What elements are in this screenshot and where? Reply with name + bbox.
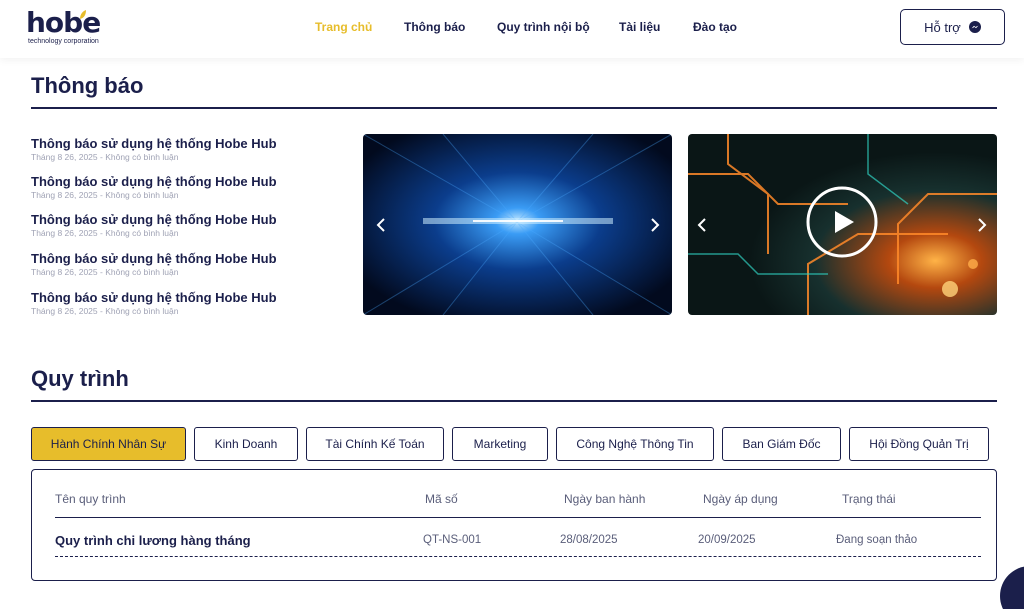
chevron-left-icon [376, 218, 385, 232]
process-section-title: Quy trình [31, 366, 129, 391]
tab-marketing[interactable]: Marketing [452, 427, 548, 461]
image-slider[interactable] [363, 134, 672, 315]
support-button-label: Hỗ trợ [924, 19, 961, 35]
tab-cong-nghe-thong-tin[interactable]: Công Nghệ Thông Tin [556, 427, 714, 461]
slider-next-arrow[interactable] [645, 214, 665, 236]
news-item[interactable]: Thông báo sử dụng hệ thống Hobe Hub Thán… [31, 290, 351, 317]
process-code: QT-NS-001 [423, 534, 482, 546]
news-title[interactable]: Thông báo sử dụng hệ thống Hobe Hub [31, 251, 351, 267]
process-effective-date: 20/09/2025 [698, 534, 756, 546]
video-slider[interactable] [688, 134, 997, 315]
news-item[interactable]: Thông báo sử dụng hệ thống Hobe Hub Thán… [31, 174, 351, 201]
news-meta: Tháng 8 26, 2025 - Không có bình luận [31, 267, 179, 277]
support-button[interactable]: Hỗ trợ [900, 9, 1005, 45]
news-meta: Tháng 8 26, 2025 - Không có bình luận [31, 152, 179, 162]
news-title[interactable]: Thông báo sử dụng hệ thống Hobe Hub [31, 174, 351, 190]
tab-hanh-chinh-nhan-su[interactable]: Hành Chính Nhân Sự [31, 427, 186, 461]
column-header-status: Trạng thái [842, 492, 896, 506]
play-video-icon[interactable] [805, 185, 879, 259]
tab-tai-chinh-ke-toan[interactable]: Tài Chính Kế Toán [306, 427, 444, 461]
chat-widget-button[interactable] [1000, 566, 1024, 609]
logo-wordmark: hobe [26, 6, 101, 39]
header-divider [55, 517, 981, 518]
chevron-left-icon [697, 218, 706, 232]
column-header-issue-date: Ngày ban hành [564, 492, 646, 506]
news-title[interactable]: Thông báo sử dụng hệ thống Hobe Hub [31, 136, 351, 152]
row-divider [55, 556, 981, 557]
process-status: Đang soạn thảo [836, 534, 918, 546]
news-meta: Tháng 8 26, 2025 - Không có bình luận [31, 306, 179, 316]
column-header-name: Tên quy trình [55, 492, 126, 506]
nav-item-internal-process[interactable]: Quy trình nội bộ [497, 20, 590, 34]
site-header: hobe technology corporation Trang chủ Th… [0, 0, 1024, 58]
tech-tunnel-image [363, 134, 672, 315]
nav-item-documents[interactable]: Tài liệu [619, 20, 660, 34]
news-item[interactable]: Thông báo sử dụng hệ thống Hobe Hub Thán… [31, 136, 351, 163]
chevron-right-icon [978, 218, 987, 232]
news-meta: Tháng 8 26, 2025 - Không có bình luận [31, 190, 179, 200]
notices-divider [31, 107, 997, 109]
news-item[interactable]: Thông báo sử dụng hệ thống Hobe Hub Thán… [31, 251, 351, 278]
news-title[interactable]: Thông báo sử dụng hệ thống Hobe Hub [31, 290, 351, 306]
leaf-icon [80, 10, 86, 19]
slider-prev-arrow[interactable] [371, 214, 391, 236]
process-issue-date: 28/08/2025 [560, 534, 618, 546]
notices-section-title: Thông báo [31, 73, 144, 98]
tab-hoi-dong-quan-tri[interactable]: Hội Đồng Quản Trị [849, 427, 989, 461]
hobe-logo[interactable]: hobe technology corporation [26, 8, 116, 48]
messenger-icon [968, 21, 981, 33]
column-header-effective-date: Ngày áp dụng [703, 492, 778, 506]
news-meta: Tháng 8 26, 2025 - Không có bình luận [31, 228, 179, 238]
chevron-right-icon [651, 218, 660, 232]
video-next-arrow[interactable] [972, 214, 992, 236]
video-prev-arrow[interactable] [692, 214, 712, 236]
news-item[interactable]: Thông báo sử dụng hệ thống Hobe Hub Thán… [31, 212, 351, 239]
tab-ban-giam-doc[interactable]: Ban Giám Đốc [722, 427, 841, 461]
process-divider [31, 400, 997, 402]
nav-item-home[interactable]: Trang chủ [315, 20, 372, 34]
news-title[interactable]: Thông báo sử dụng hệ thống Hobe Hub [31, 212, 351, 228]
logo-tagline: technology corporation [28, 38, 99, 45]
tab-kinh-doanh[interactable]: Kinh Doanh [194, 427, 298, 461]
nav-item-training[interactable]: Đào tạo [693, 20, 737, 34]
column-header-code: Mã số [425, 492, 458, 506]
nav-item-notices[interactable]: Thông báo [404, 20, 465, 34]
process-table: Tên quy trình Mã số Ngày ban hành Ngày á… [31, 469, 997, 581]
process-name[interactable]: Quy trình chi lương hàng tháng [55, 533, 251, 548]
